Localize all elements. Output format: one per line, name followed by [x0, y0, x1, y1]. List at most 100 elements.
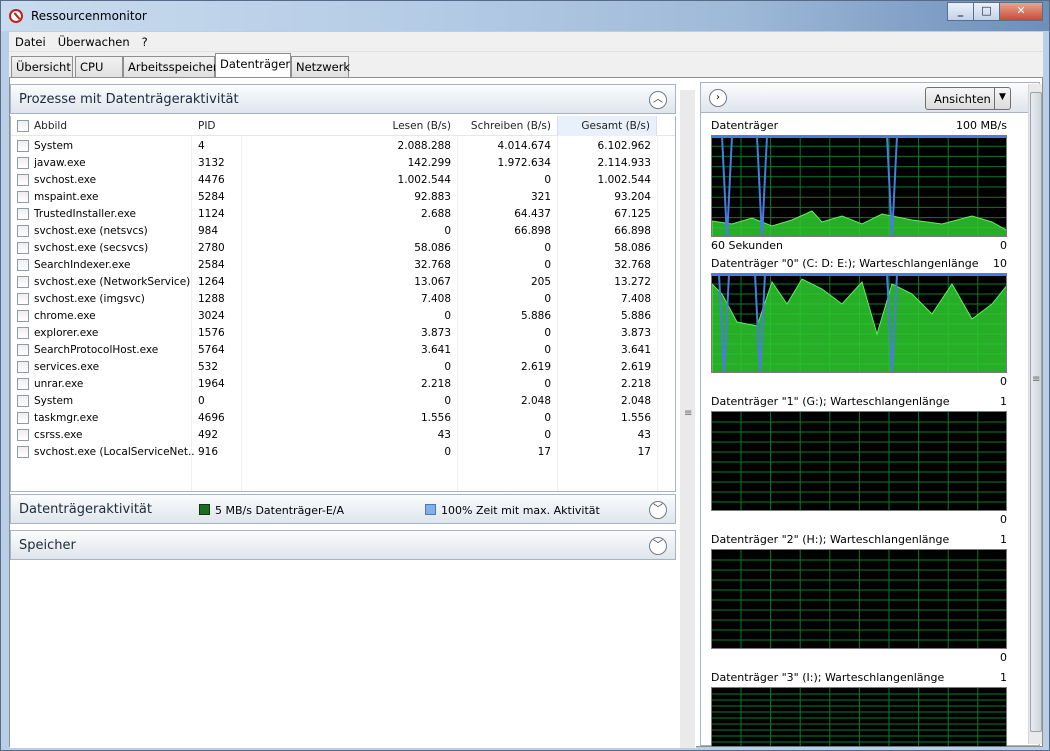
table-row[interactable]: unrar.exe 1964 2.218 0 2.218 [11, 376, 675, 393]
table-row[interactable]: explorer.exe 1576 3.873 0 3.873 [11, 325, 675, 342]
right-scrollbar-thumb[interactable] [1030, 92, 1042, 732]
graph-disk-total: Datenträger 100 MB/s 60 Sekunden 0 [711, 119, 1007, 252]
row-checkbox[interactable] [17, 429, 29, 441]
select-all-checkbox[interactable] [17, 120, 29, 132]
cell-pid: 1124 [198, 208, 225, 220]
tab-datentraeger[interactable]: Datenträger [215, 53, 291, 77]
row-checkbox[interactable] [17, 378, 29, 390]
row-checkbox[interactable] [17, 412, 29, 424]
table-row[interactable]: svchost.exe (NetworkService) 1264 13.067 20… [11, 274, 675, 291]
header-total-sorted[interactable]: Gesamt (B/s) [557, 116, 657, 136]
table-row[interactable]: svchost.exe 4476 1.002.544 0 1.002.544 [11, 172, 675, 189]
row-checkbox[interactable] [17, 191, 29, 203]
row-checkbox[interactable] [17, 140, 29, 152]
row-checkbox[interactable] [17, 242, 29, 254]
tab-arbeitsspeicher[interactable]: Arbeitsspeicher [123, 56, 218, 77]
expand-chevron-down-icon[interactable]: ﹀ [649, 537, 667, 555]
table-row[interactable]: SearchIndexer.exe 2584 32.768 0 32.768 [11, 257, 675, 274]
menu-datei[interactable]: Datei [9, 32, 52, 49]
maximize-icon: □ [981, 4, 992, 17]
table-row[interactable]: svchost.exe (netsvcs) 984 0 66.898 66.898 [11, 223, 675, 240]
cell-total: 3.873 [620, 327, 651, 339]
cell-read: 58.086 [414, 242, 451, 254]
expand-chevron-down-icon[interactable]: ﹀ [649, 501, 667, 519]
table-row[interactable]: svchost.exe (imgsvc) 1288 7.408 0 7.408 [11, 291, 675, 308]
header-write[interactable]: Schreiben (B/s) [451, 120, 551, 132]
header-pid[interactable]: PID [198, 120, 216, 132]
row-checkbox[interactable] [17, 446, 29, 458]
maximize-button[interactable]: □ [973, 2, 1000, 21]
header-abbild[interactable]: Abbild [34, 120, 67, 132]
row-checkbox[interactable] [17, 361, 29, 373]
cell-abbild: svchost.exe [34, 174, 97, 186]
row-checkbox[interactable] [17, 208, 29, 220]
row-checkbox[interactable] [17, 259, 29, 271]
graph-pane-header: › Ansichten ▼ [701, 83, 1039, 113]
left-pane: Prozesse mit Datenträgeraktivität ︿ Abbi… [10, 84, 696, 748]
table-row[interactable]: csrss.exe 492 43 0 43 [11, 427, 675, 444]
table-row[interactable]: mspaint.exe 5284 92.883 321 93.204 [11, 189, 675, 206]
close-icon: ✕ [1016, 4, 1026, 17]
tab-netzwerk[interactable]: Netzwerk [291, 56, 350, 77]
table-row[interactable]: System 4 2.088.288 4.014.674 6.102.962 [11, 138, 675, 155]
minimize-button[interactable]: _ [947, 2, 974, 21]
processes-panel-header[interactable]: Prozesse mit Datenträgeraktivität ︿ [10, 84, 676, 114]
cell-pid: 5764 [198, 344, 225, 356]
views-button[interactable]: Ansichten ▼ [925, 87, 1011, 110]
dropdown-arrow-icon[interactable]: ▼ [994, 88, 1010, 109]
views-button-label: Ansichten [934, 92, 991, 106]
row-checkbox[interactable] [17, 395, 29, 407]
menu-help[interactable]: ? [136, 32, 154, 49]
row-checkbox[interactable] [17, 310, 29, 322]
tab-content: Prozesse mit Datenträgeraktivität ︿ Abbi… [9, 77, 1043, 748]
cell-total: 58.086 [614, 242, 651, 254]
collapse-chevron-up-icon[interactable]: ︿ [649, 91, 667, 109]
graph-max: 1 [1000, 671, 1007, 684]
cell-write: 0 [544, 242, 551, 254]
activity-panel-title: Datenträgeraktivität [19, 502, 152, 517]
cell-total: 17 [637, 446, 651, 458]
table-row[interactable]: TrustedInstaller.exe 1124 2.688 64.437 67.12… [11, 206, 675, 223]
row-checkbox[interactable] [17, 327, 29, 339]
cell-read: 0 [444, 446, 451, 458]
row-checkbox[interactable] [17, 276, 29, 288]
row-checkbox[interactable] [17, 174, 29, 186]
cell-read: 32.768 [414, 259, 451, 271]
table-row[interactable]: SearchProtocolHost.exe 5764 3.641 0 3.641 [11, 342, 675, 359]
graph-min: 0 [1000, 651, 1007, 664]
table-row[interactable]: svchost.exe (secsvcs) 2780 58.086 0 58.086 [11, 240, 675, 257]
table-row[interactable]: chrome.exe 3024 0 5.886 5.886 [11, 308, 675, 325]
tab-uebersicht[interactable]: Übersicht [11, 56, 73, 77]
left-scrollbar[interactable]: ≡ [680, 90, 695, 748]
row-checkbox[interactable] [17, 293, 29, 305]
row-checkbox[interactable] [17, 344, 29, 356]
activity-panel-header[interactable]: Datenträgeraktivität 5 MB/s Datenträger-… [10, 494, 676, 524]
row-checkbox[interactable] [17, 157, 29, 169]
table-row[interactable]: System 0 0 2.048 2.048 [11, 393, 675, 410]
right-scrollbar[interactable]: ≡ [1028, 84, 1042, 744]
close-button[interactable]: ✕ [999, 2, 1043, 21]
cell-pid: 3024 [198, 310, 225, 322]
title-bar: Ressourcenmonitor _ □ ✕ [1, 1, 1049, 31]
cell-read: 2.688 [420, 208, 451, 220]
table-row[interactable]: taskmgr.exe 4696 1.556 0 1.556 [11, 410, 675, 427]
table-row[interactable]: svchost.exe (LocalServiceNet... 916 0 17 17 [11, 444, 675, 461]
tab-cpu[interactable]: CPU [75, 56, 123, 77]
row-checkbox[interactable] [17, 225, 29, 237]
graph-label: Datenträger [711, 119, 779, 132]
cell-pid: 5284 [198, 191, 225, 203]
cell-pid: 1264 [198, 276, 225, 288]
table-row[interactable]: services.exe 532 0 2.619 2.619 [11, 359, 675, 376]
table-row[interactable]: javaw.exe 3132 142.299 1.972.634 2.114.933 [11, 155, 675, 172]
collapse-chevron-right-icon[interactable]: › [709, 89, 727, 107]
graph-label: Datenträger "0" (C: D: E:); Warteschlang… [711, 257, 979, 270]
splitter-grip-icon[interactable]: ≡ [684, 408, 693, 419]
graph-canvas [711, 687, 1007, 747]
cell-abbild: csrss.exe [34, 429, 83, 441]
menu-ueberwachen[interactable]: Überwachen [52, 32, 136, 49]
header-read[interactable]: Lesen (B/s) [351, 120, 451, 132]
graph-label: Datenträger "3" (I:); Warteschlangenläng… [711, 671, 945, 684]
storage-panel-header[interactable]: Speicher ﹀ [10, 530, 676, 560]
io-legend-label: 5 MB/s Datenträger-E/A [215, 504, 345, 517]
cell-pid: 1576 [198, 327, 225, 339]
